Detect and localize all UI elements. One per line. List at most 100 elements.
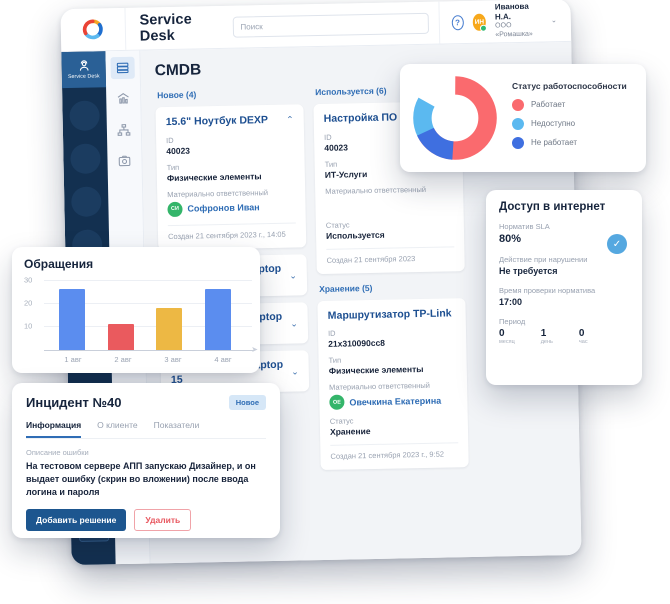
period-unit: час xyxy=(578,339,588,345)
search-area: Поиск xyxy=(214,12,438,38)
column-title: Новое (4) xyxy=(157,89,197,101)
user-name: Иванова Н.А. xyxy=(494,2,529,22)
bar[interactable] xyxy=(107,323,134,351)
sidebar-item-placeholder[interactable] xyxy=(70,143,101,175)
sidebar-item-placeholder[interactable] xyxy=(71,186,102,217)
period-unit: месяц xyxy=(499,339,515,345)
requests-chart-card: Обращения 30 20 10 ➤ 1 авг 2 авг 3 авг 4… xyxy=(12,247,260,373)
sidebar-item-service-desk[interactable]: Service Desk xyxy=(61,51,107,89)
status-badge: Новое xyxy=(228,395,266,410)
card-created: Создан 21 сентября 2023 г., 14:05 xyxy=(167,222,297,241)
donut-legend: Статус работоспособности Работает Недост… xyxy=(512,81,627,156)
sla-time-label: Время проверки норматива xyxy=(499,286,596,295)
cmdb-card[interactable]: Маршрутизатор TP-Link ID 21x310090cc8 Ти… xyxy=(317,297,469,471)
chevron-down-icon[interactable]: ⌄ xyxy=(289,269,297,280)
user-org: ООО «Ромашка» xyxy=(495,22,533,39)
help-icon[interactable]: ? xyxy=(451,14,464,30)
add-solution-button[interactable]: Добавить решение xyxy=(26,509,127,532)
period-number: 0 xyxy=(499,328,505,339)
card-title[interactable]: Настройка ПО xyxy=(324,111,398,125)
agent-icon xyxy=(79,60,89,71)
field-value: 21x310090cc8 xyxy=(328,337,386,350)
field-status: Статус Хранение xyxy=(330,414,458,437)
x-axis-labels: 1 авг 2 авг 3 авг 4 авг xyxy=(48,355,248,364)
field-id: ID 21x310090cc8 xyxy=(328,326,456,349)
field-value: Используется xyxy=(325,229,385,241)
legend-label: Не работает xyxy=(531,138,578,147)
bar-chart-plot: 30 20 10 ➤ xyxy=(24,275,258,354)
tab-information[interactable]: Информация xyxy=(26,420,82,438)
card-header: Маршрутизатор TP-Link xyxy=(328,307,456,322)
field-owner: Материально ответственный СИ Софронов Ив… xyxy=(167,187,296,217)
period-number: 1 xyxy=(540,328,547,339)
legend-item: Работает xyxy=(512,98,627,111)
bar-series xyxy=(48,277,242,351)
y-tick: 20 xyxy=(24,298,33,308)
incident-header: Инцидент №40 Новое xyxy=(26,395,266,410)
chevron-down-icon[interactable]: ⌄ xyxy=(551,16,557,24)
period-month: 0 месяц xyxy=(499,328,515,345)
brand-logo[interactable] xyxy=(60,7,127,52)
sla-card: Доступ в интернет ✓ Норматив SLA 80% Дей… xyxy=(486,190,642,385)
field-label: Материально ответственный xyxy=(329,381,431,393)
avatar[interactable]: ИН xyxy=(472,13,488,32)
chevron-up-icon[interactable]: ⌃ xyxy=(286,114,294,125)
card-title[interactable]: 15.6" Ноутбук DEXP xyxy=(166,114,268,129)
top-bar-right: ? ИН Иванова Н.А. ООО «Ромашка» ⌄ xyxy=(438,0,572,44)
field-label: Материально ответственный xyxy=(325,184,427,196)
delete-button[interactable]: Удалить xyxy=(134,509,192,532)
owner-chip[interactable] xyxy=(325,196,453,214)
description-text: На тестовом сервере АПП запускаю Дизайне… xyxy=(26,461,256,498)
incident-card: Инцидент №40 Новое Информация О клиенте … xyxy=(12,383,280,538)
sla-norm-label: Норматив SLA xyxy=(499,222,550,231)
x-tick: 2 авг xyxy=(114,355,132,364)
field-value: Хранение xyxy=(329,426,371,438)
check-icon[interactable]: ✓ xyxy=(607,234,627,254)
camera-icon[interactable] xyxy=(112,150,136,172)
column-title-storage: Хранение (5) xyxy=(319,282,373,294)
donut-chart xyxy=(413,76,497,160)
tab-metrics[interactable]: Показатели xyxy=(154,420,200,438)
sidebar-item-label: Service Desk xyxy=(67,73,100,81)
online-status-dot xyxy=(480,24,488,32)
incident-title: Инцидент №40 xyxy=(26,395,122,410)
bar[interactable] xyxy=(204,288,231,351)
field-value: Физические элементы xyxy=(166,170,262,183)
sidebar-item-placeholder[interactable] xyxy=(69,100,100,132)
owner-name[interactable]: Овечкина Екатерина xyxy=(349,395,441,407)
x-tick: 3 авг xyxy=(164,355,182,364)
legend-label: Работает xyxy=(531,100,566,109)
card-title[interactable]: Маршрутизатор TP-Link xyxy=(328,307,452,322)
server-icon[interactable] xyxy=(110,56,135,80)
card-created: Создан 21 сентября 2023 г., 9:52 xyxy=(330,442,459,462)
cmdb-card[interactable]: 15.6" Ноутбук DEXP ⌃ ID 40023 Тип Физиче… xyxy=(155,104,307,250)
owner-chip[interactable]: ОЕ Овечкина Екатерина xyxy=(329,392,457,411)
tab-client[interactable]: О клиенте xyxy=(97,420,137,438)
user-menu[interactable]: Иванова Н.А. ООО «Ромашка» xyxy=(495,2,540,40)
chevron-down-icon[interactable]: ⌄ xyxy=(291,366,299,377)
legend-swatch-working xyxy=(512,98,524,111)
legend-label: Недоступно xyxy=(531,119,576,128)
health-status-chart-card: Статус работоспособности Работает Недост… xyxy=(400,64,646,172)
owner-chip[interactable]: СИ Софронов Иван xyxy=(167,199,295,217)
bar[interactable] xyxy=(156,308,183,351)
field-owner: Материально ответственный ОЕ Овечкина Ек… xyxy=(329,380,458,411)
field-type: Тип Физические элементы xyxy=(166,160,295,183)
field-label: Материально ответственный xyxy=(167,187,269,199)
sla-period-label: Период xyxy=(499,317,526,326)
period-number: 0 xyxy=(578,328,585,339)
incident-tabs: Информация О клиенте Показатели xyxy=(26,420,266,439)
description-label: Описание ошибки xyxy=(26,448,89,457)
x-tick: 1 авг xyxy=(64,355,82,364)
chart-icon[interactable] xyxy=(111,88,135,110)
owner-name[interactable]: Софронов Иван xyxy=(187,202,259,213)
chevron-down-icon[interactable]: ⌄ xyxy=(290,317,298,328)
screenshot-stage: Service Desk Поиск ? ИН Иванова Н.А. ООО… xyxy=(0,0,670,604)
search-input[interactable]: Поиск xyxy=(232,12,429,38)
axis-arrow-icon: ➤ xyxy=(251,345,258,354)
card-header: 15.6" Ноутбук DEXP ⌃ xyxy=(166,114,294,129)
field-id: ID 40023 xyxy=(166,133,294,156)
bar[interactable] xyxy=(59,288,86,351)
period-hour: 0 час xyxy=(579,328,588,345)
sitemap-icon[interactable] xyxy=(112,119,136,141)
